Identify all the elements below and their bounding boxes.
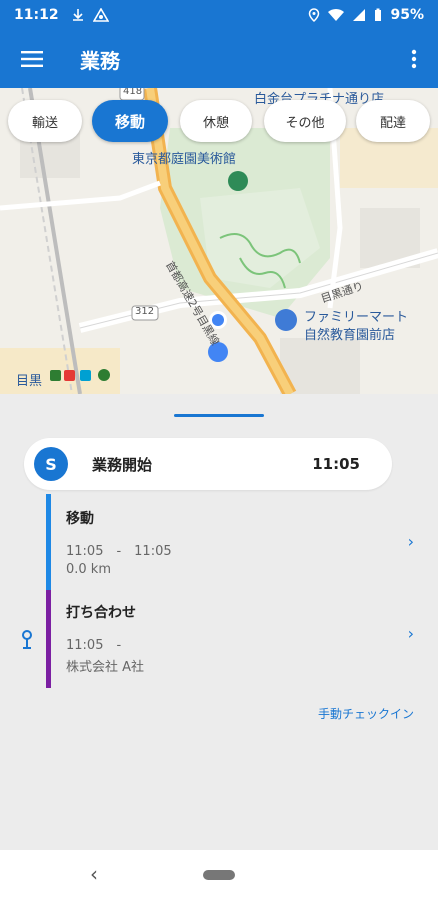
location-icon <box>309 8 320 22</box>
checkin-pin-icon <box>22 630 32 649</box>
wifi-icon <box>328 8 345 21</box>
start-time: 11:05 <box>312 455 360 473</box>
more-vert-icon <box>411 49 417 69</box>
item-time-range: 11:05 - 11:05 <box>66 544 172 559</box>
chip-label: 移動 <box>114 112 145 131</box>
chip-label: 休憩 <box>202 115 229 131</box>
chip-move[interactable]: 移動 <box>92 100 168 142</box>
chevron-right-icon: › <box>407 532 414 551</box>
chevron-right-icon: › <box>407 624 414 643</box>
map-label-familymart-branch: 自然教育園前店 <box>304 328 396 343</box>
menu-button[interactable] <box>0 30 64 88</box>
chip-break[interactable]: 休憩 <box>180 100 252 142</box>
move-color-bar <box>46 494 51 590</box>
map-label-route-312: 312 <box>135 306 155 317</box>
timeline-item-meeting[interactable]: 打ち合わせ 11:05 - 株式会社 A社 › <box>46 590 418 688</box>
battery-level: 95% <box>390 7 424 23</box>
map-label-museum: 東京都庭園美術館 <box>132 152 237 167</box>
timeline-item-move[interactable]: 移動 11:05 - 11:05 0.0 km › <box>46 494 418 590</box>
map-label-familymart: ファミリーマート <box>304 310 409 325</box>
start-badge: S <box>34 447 68 481</box>
page-title: 業務 <box>80 48 120 73</box>
system-nav-bar: ‹ <box>0 850 438 900</box>
chip-transport[interactable]: 輸送 <box>8 100 82 142</box>
start-card: S 業務開始 11:05 <box>24 438 392 490</box>
timeline-sheet: S 業務開始 11:05 移動 11:05 - 11:05 0.0 km › 打… <box>0 394 438 850</box>
download-icon <box>72 9 83 21</box>
overflow-menu-button[interactable] <box>390 30 438 88</box>
chip-label: その他 <box>285 115 325 131</box>
vpn-icon <box>92 8 109 22</box>
map-label-station: 目黒 <box>16 374 43 389</box>
app-bar: 業務 <box>0 30 438 88</box>
chip-delivery[interactable]: 配達 <box>356 100 430 142</box>
start-label: 業務開始 <box>92 455 153 474</box>
item-time-range: 11:05 - <box>66 638 122 653</box>
map-label-route-top: 418 <box>123 88 143 97</box>
back-icon[interactable]: ‹ <box>90 862 98 886</box>
status-time: 11:12 <box>14 7 59 23</box>
battery-icon <box>375 8 382 21</box>
chip-other[interactable]: その他 <box>264 100 346 142</box>
chip-label: 輸送 <box>31 115 58 131</box>
status-bar: 11:12 95% <box>0 0 438 30</box>
signal-icon <box>353 9 366 21</box>
item-distance: 0.0 km <box>66 562 111 577</box>
chip-label: 配達 <box>379 115 406 131</box>
hamburger-icon <box>21 51 43 67</box>
item-title: 移動 <box>66 511 94 527</box>
item-title: 打ち合わせ <box>66 605 136 621</box>
item-company: 株式会社 A社 <box>66 660 145 675</box>
manual-checkin-link[interactable]: 手動チェックイン <box>318 705 414 722</box>
sheet-drag-handle[interactable] <box>174 414 264 417</box>
meeting-color-bar <box>46 590 51 688</box>
home-pill[interactable] <box>203 870 235 880</box>
activity-chips: 輸送 移動 休憩 その他 配達 <box>0 100 438 146</box>
